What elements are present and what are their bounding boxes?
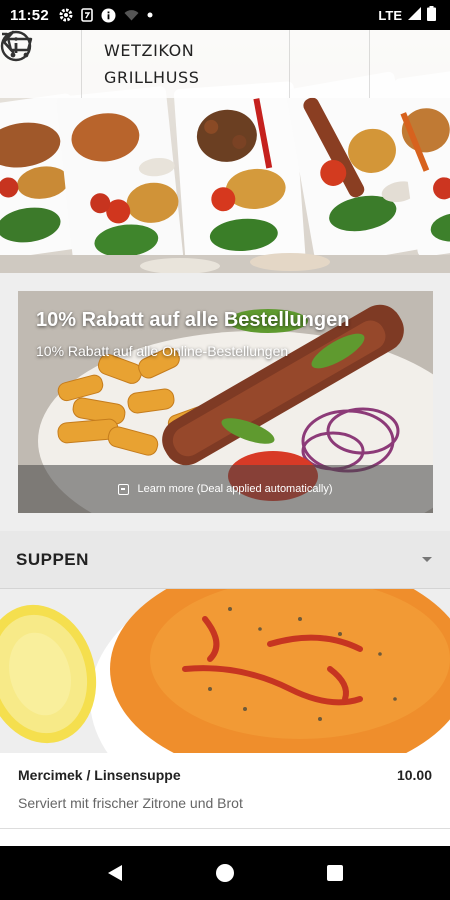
learn-more-link[interactable]: Learn more (Deal applied automatically): [18, 465, 433, 513]
battery-icon: [427, 5, 436, 25]
wifi-icon: [124, 9, 139, 21]
system-nav-bar: [0, 846, 450, 900]
next-menu-item[interactable]: [0, 828, 450, 846]
info-button[interactable]: [0, 30, 370, 98]
cart-button[interactable]: [2, 30, 450, 98]
promo-banner[interactable]: 10% Rabatt auf alle Bestellungen 10% Rab…: [18, 291, 433, 513]
battery-saver-icon: [81, 8, 93, 22]
nav-home-button[interactable]: [205, 853, 245, 893]
status-bar: 11:52 LTE: [0, 0, 450, 30]
item-name: Mercimek / Linsensuppe: [18, 767, 181, 783]
restaurant-name: WETZIKON GRILLHUSS: [104, 41, 200, 87]
menu-item[interactable]: Mercimek / Linsensuppe 10.00 Serviert mi…: [0, 753, 450, 828]
restaurant-hero-image: WETZIKON GRILLHUSS: [0, 30, 450, 273]
item-description: Serviert mit frischer Zitrone und Brot: [18, 795, 243, 811]
gear-icon: [59, 8, 73, 22]
nav-recents-icon: [327, 865, 343, 881]
nav-recents-button[interactable]: [315, 853, 355, 893]
cart-icon: [2, 32, 33, 58]
promo-title: 10% Rabatt auf alle Bestellungen: [36, 309, 350, 331]
network-label: LTE: [378, 7, 402, 23]
nav-back-button[interactable]: [95, 853, 135, 893]
info-status-icon: [101, 8, 116, 23]
category-title: SUPPEN: [16, 549, 89, 569]
menu-item-image[interactable]: [0, 589, 450, 753]
notification-dot-icon: [147, 12, 153, 18]
nav-back-icon: [108, 865, 122, 881]
header-title-cell: WETZIKON GRILLHUSS: [82, 30, 290, 98]
chevron-down-icon: [422, 557, 432, 562]
category-header-suppen[interactable]: SUPPEN: [0, 531, 450, 589]
nav-home-icon: [216, 864, 234, 882]
signal-icon: [408, 6, 421, 24]
learn-more-label: Learn more (Deal applied automatically): [137, 483, 333, 495]
deal-icon: [118, 483, 130, 495]
app-bar: WETZIKON GRILLHUSS: [0, 30, 450, 98]
promo-subtitle: 10% Rabatt auf alle Online-Bestellungen: [36, 343, 289, 359]
item-price: 10.00: [396, 767, 432, 783]
status-time: 11:52: [10, 6, 50, 24]
